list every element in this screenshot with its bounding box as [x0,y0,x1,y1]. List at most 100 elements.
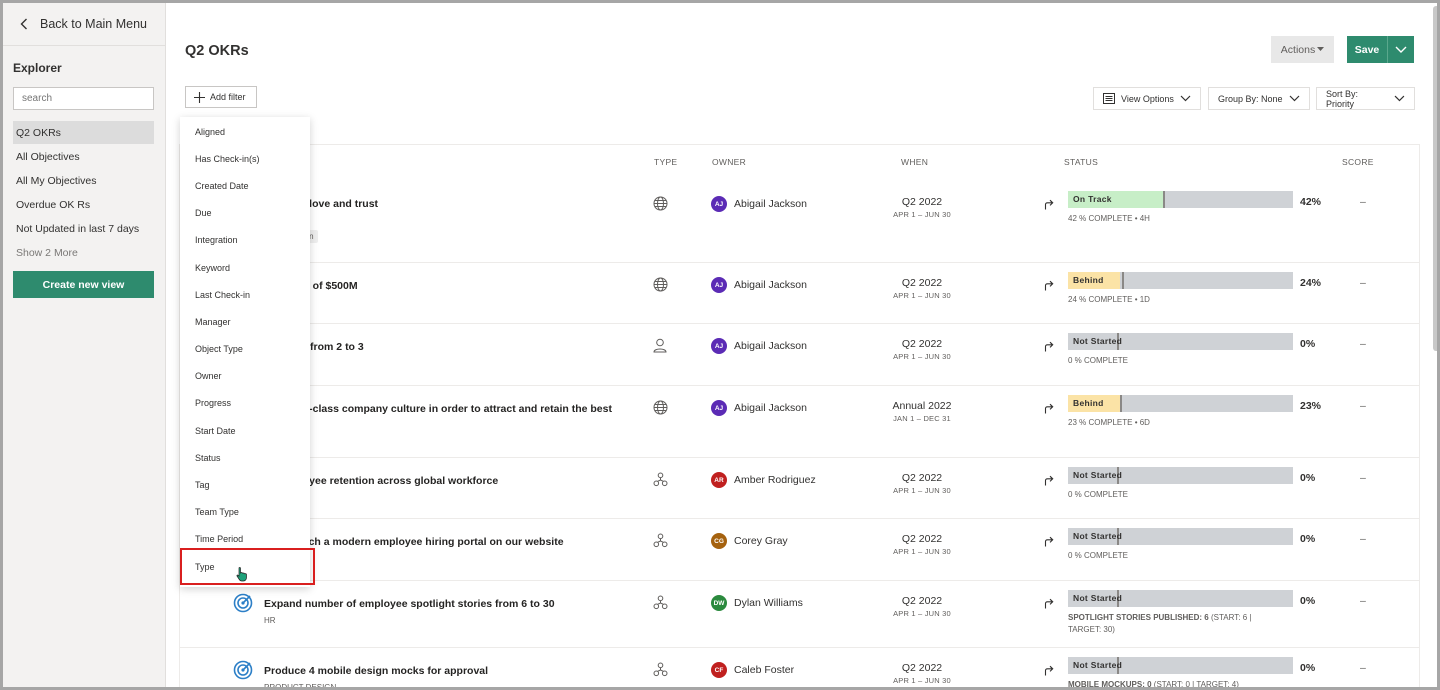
filter-option-integration[interactable]: Integration [180,227,310,254]
show-more-link[interactable]: Show 2 More [13,241,154,264]
column-header-status[interactable]: STATUS [1064,157,1098,167]
status-label: Behind [1073,275,1104,285]
status-bar[interactable]: Behind [1068,272,1293,289]
score-value[interactable]: – [1360,338,1366,350]
save-options-button[interactable] [1388,46,1414,53]
add-filter-button[interactable]: Add filter [185,86,257,108]
view-item-all-my-objectives[interactable]: All My Objectives [13,169,154,192]
owner[interactable]: DW Dylan Williams [711,595,803,611]
column-header-type[interactable]: TYPE [654,157,677,167]
objective-title[interactable]: st-in-class company culture in order to … [287,403,612,415]
share-arrow-icon[interactable] [1044,278,1054,296]
status-detail: 42 % COMPLETE • 4H [1068,214,1150,223]
time-period: Q2 2022 APR 1 – JUN 30 [877,595,967,618]
time-period-label: Q2 2022 [901,595,943,607]
status-label: Not Started [1073,593,1123,603]
score-value[interactable]: – [1360,400,1366,412]
score-value[interactable]: – [1360,595,1366,607]
search-input[interactable] [13,87,154,110]
objective-title[interactable]: nployee retention across global workforc… [287,475,498,487]
hand-cursor-icon [236,567,247,582]
filter-option-object-type[interactable]: Object Type [180,336,310,363]
score-value[interactable]: – [1360,533,1366,545]
owner[interactable]: AR Amber Rodriguez [711,472,816,488]
table-row[interactable]: PS+ from 2 to 3KSON AJ Abigail Jackson Q… [180,324,1419,386]
status-bar[interactable]: Not Started [1068,657,1293,674]
filter-option-owner[interactable]: Owner [180,363,310,390]
objective-title[interactable]: Produce 4 mobile design mocks for approv… [264,665,488,677]
view-options-button[interactable]: View Options [1093,87,1201,110]
table-row[interactable]: mer love and trustbession AJ Abigail Jac… [180,175,1419,263]
filter-option-manager[interactable]: Manager [180,308,310,335]
table-row[interactable]: ARR of $500M AJ Abigail Jackson Q2 2022 … [180,263,1419,324]
globe-icon [653,277,668,297]
add-filter-label: Add filter [210,92,246,102]
filter-option-tag[interactable]: Tag [180,471,310,498]
create-new-view-button[interactable]: Create new view [13,271,154,298]
owner-name: Corey Gray [734,535,788,547]
owner[interactable]: AJ Abigail Jackson [711,400,807,416]
owner[interactable]: CG Corey Gray [711,533,788,549]
status-bar[interactable]: Not Started [1068,528,1293,545]
share-arrow-icon[interactable] [1044,339,1054,357]
filter-option-has-check-in-s[interactable]: Has Check-in(s) [180,145,310,172]
table-row[interactable]: Expand number of employee spotlight stor… [180,581,1419,648]
view-item-not-updated[interactable]: Not Updated in last 7 days [13,217,154,240]
filter-option-aligned[interactable]: Aligned [180,118,310,145]
status-bar[interactable]: Not Started [1068,590,1293,607]
back-to-main-menu-link[interactable]: Back to Main Menu [3,3,165,46]
objective-subtitle: PRODUCT DESIGN [264,683,337,690]
table-row[interactable]: st-in-class company culture in order to … [180,386,1419,458]
filter-option-last-check-in[interactable]: Last Check-in [180,281,310,308]
status-bar[interactable]: Behind [1068,395,1293,412]
share-arrow-icon[interactable] [1044,596,1054,614]
view-item-all-objectives[interactable]: All Objectives [13,145,154,168]
actions-button[interactable]: Actions [1271,36,1334,63]
filter-option-team-type[interactable]: Team Type [180,499,310,526]
score-value[interactable]: – [1360,277,1366,289]
owner[interactable]: AJ Abigail Jackson [711,196,807,212]
share-arrow-icon[interactable] [1044,663,1054,681]
status-bar[interactable]: Not Started [1068,333,1293,350]
sort-by-dropdown[interactable]: Sort By: Priority [1316,87,1415,110]
filter-option-status[interactable]: Status [180,444,310,471]
page-scrollbar[interactable] [1433,6,1437,351]
objective-title[interactable]: Expand number of employee spotlight stor… [264,598,555,610]
time-period: Q2 2022 APR 1 – JUN 30 [877,338,967,361]
status-label: Behind [1073,398,1104,408]
share-arrow-icon[interactable] [1044,473,1054,491]
score-value[interactable]: – [1360,196,1366,208]
column-header-score[interactable]: SCORE [1342,157,1374,167]
time-period: Q2 2022 APR 1 – JUN 30 [877,277,967,300]
table-row[interactable]: nployee retention across global workforc… [180,458,1419,519]
group-by-dropdown[interactable]: Group By: None [1208,87,1310,110]
progress-percent: 0% [1300,338,1316,350]
filter-option-due[interactable]: Due [180,200,310,227]
column-header-owner[interactable]: OWNER [712,157,746,167]
column-header-when[interactable]: WHEN [901,157,928,167]
time-period-range: APR 1 – JUN 30 [893,352,951,361]
share-arrow-icon[interactable] [1044,197,1054,215]
save-button[interactable]: Save [1347,36,1414,63]
table-row[interactable]: launch a modern employee hiring portal o… [180,519,1419,581]
objective-title[interactable]: launch a modern employee hiring portal o… [287,536,564,548]
explorer-title: Explorer [13,61,62,75]
owner[interactable]: CF Caleb Foster [711,662,794,678]
sort-by-label: Sort By: Priority [1326,88,1359,109]
owner[interactable]: AJ Abigail Jackson [711,277,807,293]
filter-option-created-date[interactable]: Created Date [180,172,310,199]
status-bar[interactable]: On Track [1068,191,1293,208]
owner[interactable]: AJ Abigail Jackson [711,338,807,354]
share-arrow-icon[interactable] [1044,534,1054,552]
plus-icon [194,91,205,103]
filter-option-progress[interactable]: Progress [180,390,310,417]
view-item-q2-okrs[interactable]: Q2 OKRs [13,121,154,144]
score-value[interactable]: – [1360,472,1366,484]
view-item-overdue-okrs[interactable]: Overdue OK Rs [13,193,154,216]
score-value[interactable]: – [1360,662,1366,674]
status-bar[interactable]: Not Started [1068,467,1293,484]
filter-option-keyword[interactable]: Keyword [180,254,310,281]
filter-option-start-date[interactable]: Start Date [180,417,310,444]
share-arrow-icon[interactable] [1044,401,1054,419]
table-row[interactable]: Produce 4 mobile design mocks for approv… [180,648,1419,690]
